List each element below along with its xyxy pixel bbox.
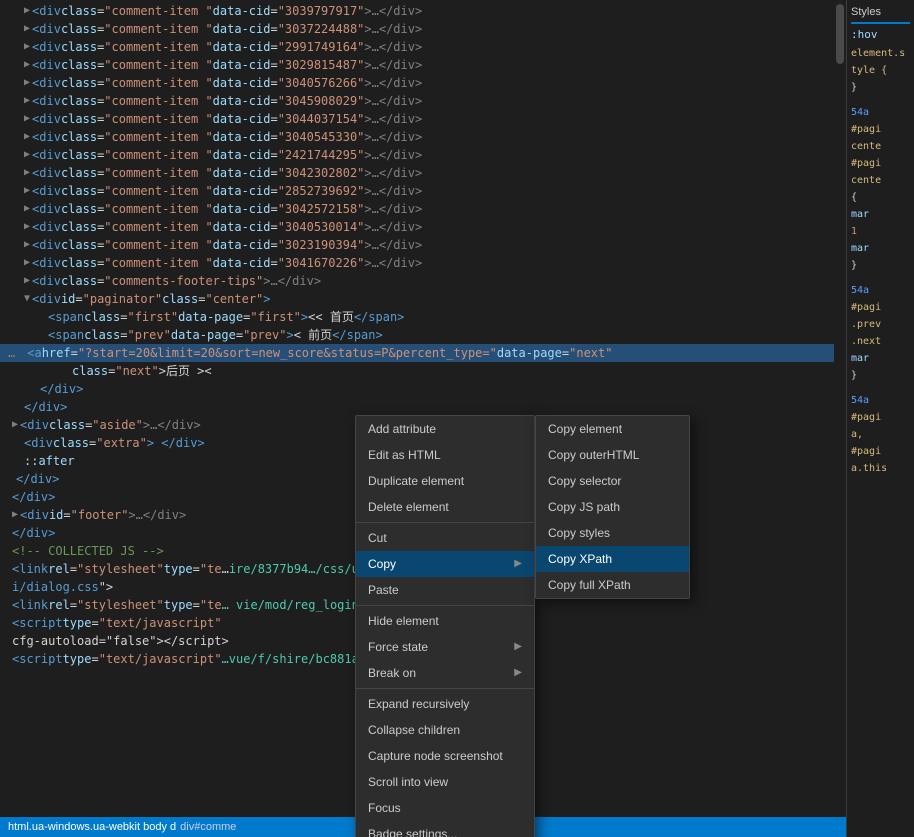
code-line: ▶ <div class="comment-item " data-cid="3…	[0, 164, 846, 182]
breadcrumb: html.ua-windows.ua-webkit body d	[8, 821, 176, 833]
expand-triangle[interactable]: ▶	[24, 128, 30, 146]
menu-item-copy-styles[interactable]: Copy styles	[536, 520, 689, 546]
code-line: ▶ <div class="comment-item " data-cid="3…	[0, 254, 846, 272]
menu-separator	[356, 688, 534, 689]
code-line: ▶ <div class="comment-item " data-cid="3…	[0, 110, 846, 128]
expand-triangle[interactable]: ▶	[24, 20, 30, 38]
code-line: ▶ <div class="comment-item " data-cid="2…	[0, 38, 846, 56]
code-line: ▶ <div class="comments-footer-tips" >…</…	[0, 272, 846, 290]
menu-item-hide-element[interactable]: Hide element	[356, 608, 534, 634]
code-line: ▶ <div class="comment-item " data-cid="2…	[0, 182, 846, 200]
expand-triangle[interactable]: ▶	[24, 272, 30, 290]
menu-separator	[356, 605, 534, 606]
code-line: <span class="prev" data-page="prev" > < …	[0, 326, 846, 344]
code-line: ▶ <div class="comment-item " data-cid="3…	[0, 218, 846, 236]
expand-triangle[interactable]: ▶	[24, 254, 30, 272]
menu-item-copy-selector[interactable]: Copy selector	[536, 468, 689, 494]
scrollbar-thumb[interactable]	[836, 4, 844, 64]
expand-triangle[interactable]: ▶	[24, 74, 30, 92]
expand-triangle[interactable]: ▶	[24, 110, 30, 128]
menu-item-copy-element[interactable]: Copy element	[536, 416, 689, 442]
style-rule-54a-3: 54a #pagi a, #pagi a.this	[851, 392, 910, 477]
menu-item-copy-outerhtml[interactable]: Copy outerHTML	[536, 442, 689, 468]
code-line: ▶ <div class="comment-item " data-cid="2…	[0, 146, 846, 164]
menu-item-focus[interactable]: Focus	[356, 795, 534, 821]
expand-triangle[interactable]: ▶	[24, 146, 30, 164]
expand-triangle[interactable]: ▶	[24, 92, 30, 110]
menu-item-copy-js-path[interactable]: Copy JS path	[536, 494, 689, 520]
code-line: ▶ <div class="comment-item " data-cid="3…	[0, 200, 846, 218]
code-line: class="next" >后页 ><	[0, 362, 846, 380]
menu-item-cut[interactable]: Cut	[356, 525, 534, 551]
submenu-arrow-force-state: ▶	[514, 634, 522, 660]
menu-item-paste[interactable]: Paste	[356, 577, 534, 603]
code-line: ▼ <div id="paginator" class="center" >	[0, 290, 846, 308]
style-rule: element.s tyle { }	[851, 45, 910, 96]
styles-panel: Styles :hov element.s tyle { } 54a #pagi…	[846, 0, 914, 837]
submenu-arrow-copy: ▶	[514, 551, 522, 577]
expand-triangle[interactable]: ▶	[24, 38, 30, 56]
code-line: ▶ <div class="comment-item " data-cid="3…	[0, 128, 846, 146]
code-line: </div>	[0, 398, 846, 416]
menu-item-expand-recursively[interactable]: Expand recursively	[356, 691, 534, 717]
editor-panel: ▶ <div class="comment-item " data-cid="3…	[0, 0, 846, 837]
menu-item-edit-html[interactable]: Edit as HTML	[356, 442, 534, 468]
code-line: ▶ <div class="comment-item " data-cid="3…	[0, 74, 846, 92]
expand-triangle[interactable]: ▶	[24, 164, 30, 182]
code-line: ▶ <div class="comment-item " data-cid="3…	[0, 20, 846, 38]
code-line: ▶ <div class="comment-item " data-cid="3…	[0, 236, 846, 254]
menu-item-copy-xpath[interactable]: Copy XPath	[536, 546, 689, 572]
menu-item-break-on[interactable]: Break on ▶	[356, 660, 534, 686]
expand-triangle[interactable]: ▶	[24, 200, 30, 218]
code-line: ▶ <div class="comment-item " data-cid="3…	[0, 56, 846, 74]
scrollbar-track	[834, 0, 846, 817]
expand-triangle[interactable]: ▶	[24, 182, 30, 200]
code-line: ▶ <div class="comment-item " data-cid="3…	[0, 92, 846, 110]
style-rule-54a: 54a #pagi cente #pagi cente { mar 1 mar …	[851, 104, 910, 274]
context-menu: Add attribute Edit as HTML Duplicate ele…	[355, 415, 535, 837]
menu-separator	[356, 522, 534, 523]
expand-triangle[interactable]: ▶	[24, 2, 30, 20]
code-line: ▶ <div class="comment-item " data-cid="3…	[0, 2, 846, 20]
pseudo-filter: :hov	[851, 28, 910, 41]
code-line: <span class="first" data-page="first" > …	[0, 308, 846, 326]
menu-item-badge-settings[interactable]: Badge settings...	[356, 821, 534, 837]
dots-indicator: …	[8, 344, 15, 362]
expand-triangle[interactable]: ▶	[24, 56, 30, 74]
menu-item-add-attribute[interactable]: Add attribute	[356, 416, 534, 442]
expand-triangle[interactable]: ▶	[12, 416, 18, 434]
style-rule-54a-2: 54a #pagi .prev .next mar }	[851, 282, 910, 384]
menu-item-capture-screenshot[interactable]: Capture node screenshot	[356, 743, 534, 769]
expand-triangle[interactable]: ▶	[12, 506, 18, 524]
expand-triangle[interactable]: ▼	[24, 290, 30, 308]
menu-item-copy-full-xpath[interactable]: Copy full XPath	[536, 572, 689, 598]
highlighted-line[interactable]: … <a href="?start=20&limit=20&sort=new_s…	[0, 344, 846, 362]
expand-triangle[interactable]: ▶	[24, 218, 30, 236]
menu-item-force-state[interactable]: Force state ▶	[356, 634, 534, 660]
menu-item-delete[interactable]: Delete element	[356, 494, 534, 520]
code-line: </div>	[0, 380, 846, 398]
menu-item-duplicate[interactable]: Duplicate element	[356, 468, 534, 494]
styles-panel-header: Styles	[851, 4, 910, 24]
menu-item-collapse-children[interactable]: Collapse children	[356, 717, 534, 743]
copy-submenu: Copy element Copy outerHTML Copy selecto…	[535, 415, 690, 599]
menu-item-copy[interactable]: Copy ▶	[356, 551, 534, 577]
menu-item-scroll-into-view[interactable]: Scroll into view	[356, 769, 534, 795]
expand-triangle[interactable]: ▶	[24, 236, 30, 254]
submenu-arrow-break-on: ▶	[514, 660, 522, 686]
